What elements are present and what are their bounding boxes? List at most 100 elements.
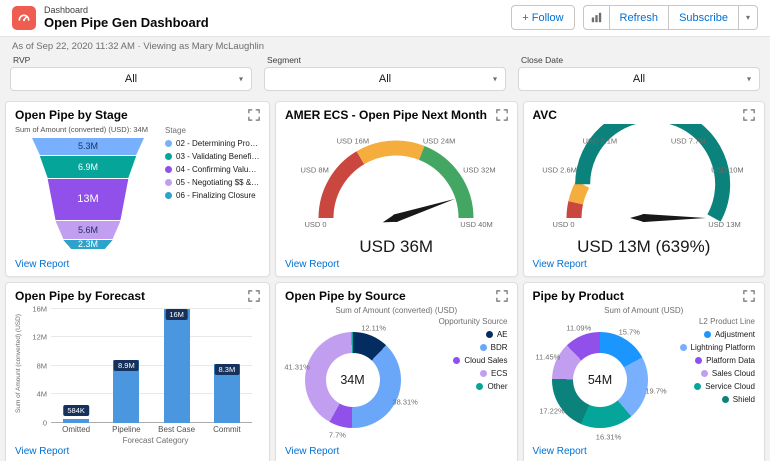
header-title-wrap: Dashboard Open Pipe Gen Dashboard [12, 5, 209, 31]
filter-bar: RVP All ▾ Segment All ▾ Close Date All ▾ [0, 53, 770, 97]
funnel-chart[interactable]: 5.3M 6.9M 13M 5.6M 2.3M [32, 137, 144, 249]
legend-dot-icon [695, 356, 703, 364]
refresh-button[interactable]: Refresh [609, 5, 670, 31]
svg-text:USD 2.6M: USD 2.6M [542, 166, 577, 175]
filter-segment: Segment All ▾ [264, 54, 506, 91]
filter-label: Close Date [521, 54, 564, 65]
funnel-segment[interactable]: 2.3M [63, 239, 113, 249]
panel-amer-ecs-gauge: AMER ECS - Open Pipe Next Month USD 0 USD… [275, 100, 518, 277]
header-button-group: Refresh Subscribe ▾ [582, 5, 758, 31]
legend-dot-icon [476, 382, 484, 390]
legend-item: AE [424, 330, 508, 339]
legend-title: L2 Product Line [698, 316, 755, 326]
header: Dashboard Open Pipe Gen Dashboard + Foll… [0, 0, 770, 37]
legend-item: Shield [671, 395, 755, 404]
panel-title: Open Pipe by Stage [15, 107, 128, 122]
panel-title: Pipe by Product [532, 288, 624, 303]
panel-open-pipe-by-source: Open Pipe by Source Sum of Amount (conve… [275, 281, 518, 461]
follow-button[interactable]: + Follow [511, 5, 575, 31]
stage-legend: Stage 02 - Determining Proble... 03 - Val… [161, 124, 260, 259]
panel-open-pipe-by-forecast: Open Pipe by Forecast Sum of Amount (con… [5, 281, 270, 461]
donut-percent-label: 7.7% [328, 430, 346, 440]
chevron-down-icon: ▾ [745, 13, 750, 23]
bar[interactable] [63, 418, 90, 423]
legend-dot-icon [480, 369, 488, 377]
svg-text:USD 0: USD 0 [305, 220, 327, 229]
svg-text:USD 0: USD 0 [552, 220, 574, 229]
funnel-segment[interactable]: 6.9M [39, 155, 137, 178]
bar-slot: 8.3M [202, 309, 252, 423]
funnel-measure-label: Sum of Amount (converted) (USD): 34M [15, 124, 148, 134]
gauge-chart[interactable]: USD 0 USD 8M USD 16M USD 24M USD 32M USD 40M [288, 124, 504, 241]
bar-value-badge: 16M [165, 308, 188, 320]
legend-item: 06 - Finalizing Closure [165, 191, 260, 200]
legend-item: Lightning Platform [671, 343, 755, 352]
panel-avc-gauge: AVC USD 0 USD 2.6M USD 5.1M USD 7.7M USD 10M… [522, 100, 765, 277]
legend-label: Platform Data [706, 355, 755, 365]
donut-chart-area: 54M 15.7% 19.7% 16.31% 17.22% 11.45% 11.09% L2… [533, 315, 755, 446]
product-legend: L2 Product Line Adjustment Lightning Plat… [667, 315, 755, 446]
expand-icon[interactable] [495, 109, 508, 121]
donut-percent-label: 12.11% [361, 323, 387, 332]
filter-value: All [378, 72, 392, 85]
filter-value: All [124, 72, 138, 85]
x-tick-label: Commit [213, 424, 241, 434]
funnel-segment[interactable]: 5.3M [32, 137, 144, 155]
header-actions: + Follow Refresh Subscribe ▾ [511, 5, 758, 31]
funnel-segment[interactable]: 13M [47, 178, 129, 220]
bar-slot: 8.9M [101, 309, 151, 423]
filter-label: Segment [267, 54, 302, 65]
legend-label: AE [496, 329, 508, 339]
legend-dot-icon [479, 343, 487, 351]
more-actions-button[interactable]: ▾ [738, 5, 758, 31]
filter-value: All [632, 72, 646, 85]
legend-item: Platform Data [671, 356, 755, 365]
legend-dot-icon [700, 369, 708, 377]
legend-dot-icon [453, 356, 461, 364]
expand-icon[interactable] [743, 109, 755, 121]
legend-dot-icon [679, 343, 687, 351]
segment-filter-select[interactable]: All ▾ [264, 66, 506, 91]
legend-item: 03 - Validating Benefits ... [165, 152, 260, 161]
gauge-chart-area: USD 0 USD 2.6M USD 5.1M USD 7.7M USD 10M USD … [533, 106, 756, 259]
filter-label: RVP [13, 54, 31, 65]
bar-chart-area: Sum of Amount (converted) (USD) 0 4M 8M 12M… [15, 304, 260, 446]
bar-plot[interactable]: 584K 8.9M 16M 8.3M [51, 307, 252, 423]
gauge-chart[interactable]: USD 0 USD 2.6M USD 5.1M USD 7.7M USD 10M USD … [536, 106, 752, 241]
expand-icon[interactable] [495, 290, 508, 302]
rvp-filter-select[interactable]: All ▾ [10, 66, 252, 91]
dashboard-icon [12, 5, 36, 30]
expand-icon[interactable] [743, 290, 755, 302]
funnel-segment[interactable]: 5.6M [55, 220, 121, 239]
as-of-text: As of Sep 22, 2020 11:32 AM · Viewing as… [12, 40, 265, 52]
view-report-link[interactable]: View Report [533, 446, 587, 457]
x-axis-ticks: Omitted Pipeline Best Case Commit [51, 425, 252, 434]
view-report-link[interactable]: View Report [533, 259, 587, 270]
close-date-filter-select[interactable]: All ▾ [518, 66, 760, 91]
donut-chart[interactable]: 34M 12.11% 38.31% 7.7% 41.31% [284, 315, 420, 446]
view-report-link[interactable]: View Report [285, 259, 339, 270]
header-app-label: Dashboard [44, 5, 89, 15]
view-report-link[interactable]: View Report [15, 259, 69, 270]
view-report-link[interactable]: View Report [15, 446, 69, 457]
bar-value-badge: 584K [63, 404, 89, 416]
bar-slot: 16M [152, 308, 202, 423]
donut-percent-label: 41.31% [284, 362, 310, 372]
donut-chart[interactable]: 54M 15.7% 19.7% 16.31% 17.22% 11.45% 11.09% [533, 315, 668, 446]
x-tick-label: Omitted [62, 424, 91, 434]
expand-icon[interactable] [248, 109, 260, 121]
legend-item: 04 - Confirming Value W... [165, 165, 260, 174]
legend-label: 06 - Finalizing Closure [176, 190, 256, 200]
source-legend: Opportunity Source AE BDR Cloud Sales ECS Ot… [420, 315, 508, 446]
view-report-link[interactable]: View Report [285, 446, 339, 457]
bar[interactable] [163, 308, 190, 423]
donut-center-label: 34M [325, 353, 380, 408]
page-title: Open Pipe Gen Dashboard [44, 15, 209, 31]
subscribe-button[interactable]: Subscribe [669, 5, 739, 31]
donut-percent-label: 15.7% [618, 327, 640, 337]
expand-icon[interactable] [248, 290, 260, 302]
funnel-chart-area: Sum of Amount (converted) (USD): 34M 5.3… [15, 124, 260, 259]
svg-text:USD 5.1M: USD 5.1M [582, 136, 617, 145]
analytics-button[interactable] [582, 5, 610, 31]
x-tick-label: Best Case [158, 424, 196, 434]
